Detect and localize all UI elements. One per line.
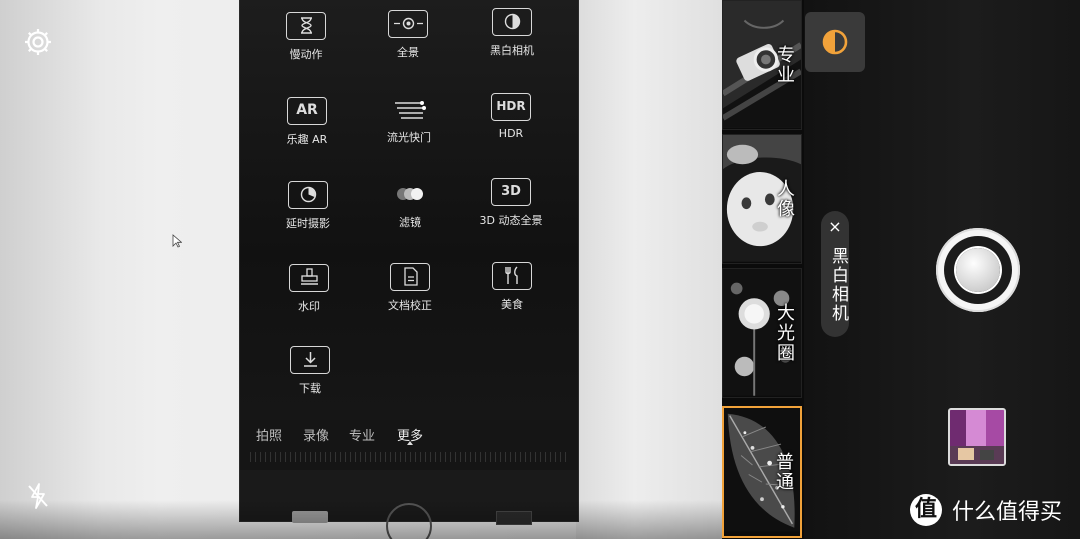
mode-card-label: 普通	[773, 452, 794, 492]
3d-text: 3D	[501, 184, 521, 199]
mode-label: 文档校正	[388, 299, 432, 312]
close-icon[interactable]: ×	[827, 219, 843, 235]
hdr-icon: HDR	[491, 93, 531, 121]
shutter-button[interactable]	[936, 228, 1020, 312]
mode-strip: 专业 人像 大光圈 普通	[722, 0, 804, 539]
mode-ar: AR 乐趣 AR	[257, 97, 357, 147]
watermark-text: 什么值得买	[952, 500, 1063, 525]
mode-label: 滤镜	[399, 216, 421, 229]
mode-label: 黑白相机	[490, 44, 534, 57]
mode-card-normal[interactable]: 普通	[722, 406, 802, 538]
phone-mode-grid: 慢动作 全景 黑白相机 AR 乐趣 AR 流光快门 HDR HDR 延时摄影 滤…	[240, 0, 578, 420]
shutter-icon	[956, 248, 1000, 292]
watermark-badge: 值	[910, 494, 942, 526]
mode-card-pro[interactable]: 专业	[722, 0, 802, 130]
mode-document: 文档校正	[360, 263, 460, 313]
gallery-thumbnail-image	[950, 410, 1004, 464]
mode-label: 慢动作	[289, 48, 323, 61]
mode-label: 乐趣 AR	[286, 133, 328, 146]
food-icon	[492, 262, 532, 290]
phone-tab: 专业	[349, 429, 376, 444]
phone-tab-indicator	[407, 441, 413, 445]
mode-3d-panorama: 3D 3D 动态全景	[461, 178, 561, 228]
phone-mode-tabs: 拍照 录像 专业 更多	[250, 425, 568, 451]
mode-card-label: 专业	[774, 45, 795, 85]
viewfinder-background-paper	[576, 0, 722, 539]
mode-label: 延时摄影	[286, 217, 330, 230]
filter-toggle-button[interactable]	[805, 12, 865, 72]
mode-light-trail: 流光快门	[359, 95, 459, 145]
filter-icon	[390, 180, 430, 208]
mode-timelapse: 延时摄影	[258, 181, 358, 231]
camera-viewfinder[interactable]: 慢动作 全景 黑白相机 AR 乐趣 AR 流光快门 HDR HDR 延时摄影 滤…	[0, 0, 722, 539]
mode-hdr: HDR HDR	[461, 93, 561, 140]
3d-panorama-icon: 3D	[491, 178, 531, 206]
viewfinder-shade	[0, 500, 722, 539]
mode-bw-camera: 黑白相机	[462, 8, 562, 58]
mode-watermark: 水印	[259, 264, 359, 314]
document-icon	[390, 263, 430, 291]
mode-label: 下载	[299, 382, 321, 395]
camera-controls-panel: × 黑白相机 值 什么值得买	[804, 0, 1080, 539]
mode-label: 美食	[501, 298, 523, 311]
light-trail-icon	[389, 95, 429, 123]
gallery-thumbnail[interactable]	[948, 408, 1006, 466]
ar-icon: AR	[287, 97, 327, 125]
mode-label: 全景	[397, 46, 419, 59]
mode-label: 水印	[298, 300, 320, 313]
hdr-text: HDR	[496, 99, 526, 113]
hourglass-icon	[286, 12, 326, 40]
phone-tab: 录像	[303, 429, 330, 444]
timelapse-icon	[288, 181, 328, 209]
mode-label: 3D 动态全景	[479, 214, 543, 227]
stamp-icon	[289, 264, 329, 292]
mode-panorama: 全景	[358, 10, 458, 60]
phone-tab: 拍照	[256, 429, 283, 444]
mode-card-portrait[interactable]: 人像	[722, 134, 802, 264]
mode-label: HDR	[498, 127, 524, 140]
flash-off-icon[interactable]	[26, 482, 50, 510]
half-circle-icon	[822, 29, 848, 55]
mode-card-label: 人像	[774, 179, 795, 219]
active-filter-chip[interactable]: × 黑白相机	[821, 211, 849, 337]
active-filter-label: 黑白相机	[828, 247, 848, 323]
photographed-phone-screen: 慢动作 全景 黑白相机 AR 乐趣 AR 流光快门 HDR HDR 延时摄影 滤…	[240, 0, 578, 539]
bw-filter-icon	[492, 8, 532, 36]
gear-icon[interactable]	[22, 26, 54, 58]
mode-download: 下载	[260, 346, 360, 396]
mode-card-label: 大光圈	[774, 303, 795, 363]
mode-slow-motion: 慢动作	[256, 12, 356, 62]
mode-card-wide-aperture[interactable]: 大光圈	[722, 268, 802, 398]
shutter-ring	[944, 236, 1012, 304]
download-icon	[290, 346, 330, 374]
mode-food: 美食	[462, 262, 562, 312]
panorama-icon	[388, 10, 428, 38]
mode-filter: 滤镜	[360, 180, 460, 230]
phone-ruler	[250, 452, 568, 462]
mouse-cursor-icon	[172, 234, 182, 248]
mode-label: 流光快门	[387, 131, 431, 144]
site-watermark: 值 什么值得买	[910, 492, 1062, 528]
ar-text: AR	[296, 102, 318, 118]
